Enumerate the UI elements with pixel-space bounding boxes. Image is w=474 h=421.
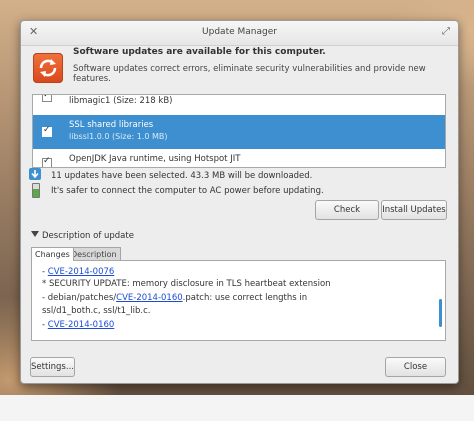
update-name: libmagic1 (Size: 218 kB) [69,96,173,106]
update-checkbox[interactable]: ✓ [42,95,52,102]
changes-scrollbar[interactable] [439,299,442,327]
changelog-line: - CVE-2014-0160 [42,320,115,330]
update-size: libssl1.0.0 (Size: 1.0 MB) [69,132,168,141]
cve-link[interactable]: CVE-2014-0160 [116,293,183,303]
changes-panel: - CVE-2014-0076 * SECURITY UPDATE: memor… [31,260,446,341]
header-title: Software updates are available for this … [73,47,326,57]
expander-triangle-icon [31,231,39,237]
update-item[interactable]: ✓ libmagic1 (Size: 218 kB) [33,95,445,111]
bottom-panel [0,395,474,421]
cve-link[interactable]: CVE-2014-0160 [48,320,115,330]
download-info: 11 updates have been selected. 43.3 MB w… [51,171,313,181]
changelog-line: - CVE-2014-0076 [42,267,115,277]
cve-link[interactable]: CVE-2014-0076 [48,267,115,277]
refresh-icon [33,53,63,83]
check-button[interactable]: Check [315,200,379,220]
update-item-selected[interactable]: ✓ SSL shared libraries libssl1.0.0 (Size… [33,115,445,149]
update-name: SSL shared libraries [69,120,154,130]
update-item[interactable]: ✓ OpenJDK Java runtime, using Hotspot JI… [33,153,445,167]
settings-button[interactable]: Settings... [30,357,75,377]
close-button[interactable]: Close [385,357,446,377]
update-checkbox[interactable]: ✓ [42,125,52,137]
update-manager-window: ✕ Update Manager ⤢ Software updates are … [20,20,459,384]
power-info: It's safer to connect the computer to AC… [51,186,324,196]
update-checkbox[interactable]: ✓ [42,156,52,167]
header-subtitle: Software updates correct errors, elimina… [73,64,426,84]
tab-changes[interactable]: Changes [31,247,74,261]
description-toggle-label: Description of update [42,231,134,241]
tab-description[interactable]: Description [67,247,121,261]
changelog-line: - debian/patches/CVE-2014-0160.patch: us… [42,293,308,303]
changelog-line: ssl/d1_both.c, ssl/t1_lib.c. [42,306,151,316]
title-bar: ✕ Update Manager ⤢ [21,21,458,46]
window-title: Update Manager [202,27,277,37]
download-icon [29,168,41,180]
update-name: OpenJDK Java runtime, using Hotspot JIT [69,154,241,164]
battery-icon [32,183,40,198]
maximize-window-icon[interactable]: ⤢ [442,26,450,38]
update-list: ✓ libmagic1 (Size: 218 kB) ✓ SSL shared … [32,94,446,168]
install-updates-button[interactable]: Install Updates [381,200,447,220]
changelog-line: * SECURITY UPDATE: memory disclosure in … [42,279,331,289]
description-expander[interactable]: Description of update [31,231,134,241]
